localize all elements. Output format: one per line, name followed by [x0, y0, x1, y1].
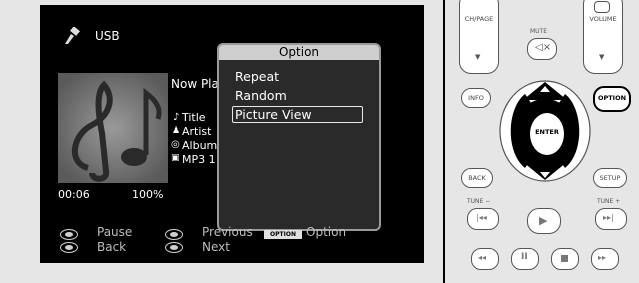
chevron-down-icon: ▼ [599, 53, 605, 61]
usb-icon [65, 27, 80, 44]
now-playing-label: Now Pla [171, 77, 219, 91]
info-button[interactable]: INFO [461, 88, 491, 108]
option-label: OPTION [597, 94, 627, 102]
popup-title: Option [219, 45, 379, 60]
skip-back-button[interactable]: |◂◂ [467, 208, 499, 230]
setup-label: SETUP [599, 174, 621, 182]
back-button[interactable]: BACK [461, 168, 493, 188]
pause-button[interactable]: II [511, 248, 539, 270]
music-note-icon [58, 73, 168, 183]
play-icon: ▶ [539, 214, 548, 227]
legend-previous: Previous [202, 225, 253, 239]
legend-option: Option [306, 225, 347, 239]
tune-plus-label: TUNE + [597, 198, 621, 205]
fast-forward-icon: ▸▸ [598, 253, 607, 262]
next-button-icon [165, 242, 183, 253]
source-label: USB [95, 29, 120, 43]
stop-button[interactable] [551, 248, 579, 270]
back-label: BACK [468, 174, 486, 182]
format-icon: ▣ [171, 153, 180, 163]
fast-forward-button[interactable]: ▸▸ [591, 248, 619, 270]
option-badge: OPTION [264, 230, 302, 239]
enter-label: ENTER [535, 128, 559, 136]
legend-back: Back [97, 240, 127, 254]
skip-forward-icon: ▸▸| [603, 213, 614, 222]
divider [443, 0, 445, 283]
back-button-icon [60, 242, 78, 253]
album-icon: ◎ [171, 139, 180, 150]
album-art [58, 73, 168, 183]
menu-item-repeat[interactable]: Repeat [235, 69, 279, 84]
skip-forward-button[interactable]: ▸▸| [595, 208, 627, 230]
menu-item-random[interactable]: Random [235, 88, 287, 103]
title-icon: ♪ [173, 112, 180, 123]
pause-icon: II [521, 252, 528, 262]
ch-page-label: CH/PAGE [464, 15, 494, 23]
volume-top-icon [594, 1, 610, 13]
chevron-down-icon: ▼ [475, 53, 481, 61]
legend-pause: Pause [97, 225, 133, 239]
volume-label: VOLUME [589, 15, 617, 23]
enter-button[interactable]: ENTER [528, 111, 566, 157]
option-popup: Option Repeat Random Picture View [217, 43, 381, 231]
tv-screen: USB 00:06 100% Now Pla ♪ Title ♟ Artist … [40, 5, 424, 263]
progress-percent: 100% [132, 188, 164, 201]
track-artist: Artist [182, 125, 212, 138]
remote-control: CH/PAGE ▼ VOLUME ▼ MUTE ◁× INFO OPTION E… [449, 0, 639, 283]
artist-icon: ♟ [172, 126, 181, 136]
previous-button-icon [165, 229, 183, 240]
info-label: INFO [468, 94, 484, 102]
tune-minus-label: TUNE − [467, 198, 491, 205]
setup-button[interactable]: SETUP [593, 168, 627, 188]
mute-icon: ◁× [535, 42, 552, 53]
legend-next: Next [202, 240, 230, 254]
track-format: MP3 1 [182, 153, 216, 166]
rewind-button[interactable]: ◂◂ [471, 248, 499, 270]
mute-label: MUTE [530, 28, 548, 35]
play-button[interactable]: ▶ [527, 208, 561, 234]
option-button[interactable]: OPTION [593, 86, 631, 112]
stop-icon [561, 255, 568, 262]
volume-button[interactable]: VOLUME ▼ [583, 0, 623, 74]
ch-page-button[interactable]: CH/PAGE ▼ [459, 0, 499, 74]
menu-item-picture-view[interactable]: Picture View [232, 106, 363, 123]
mute-button[interactable]: ◁× [527, 38, 557, 60]
pause-button-icon [60, 229, 78, 240]
track-title: Title [182, 111, 206, 124]
rewind-icon: ◂◂ [478, 253, 487, 262]
skip-back-icon: |◂◂ [476, 213, 487, 222]
track-album: Album [182, 139, 218, 152]
elapsed-time: 00:06 [58, 188, 90, 201]
